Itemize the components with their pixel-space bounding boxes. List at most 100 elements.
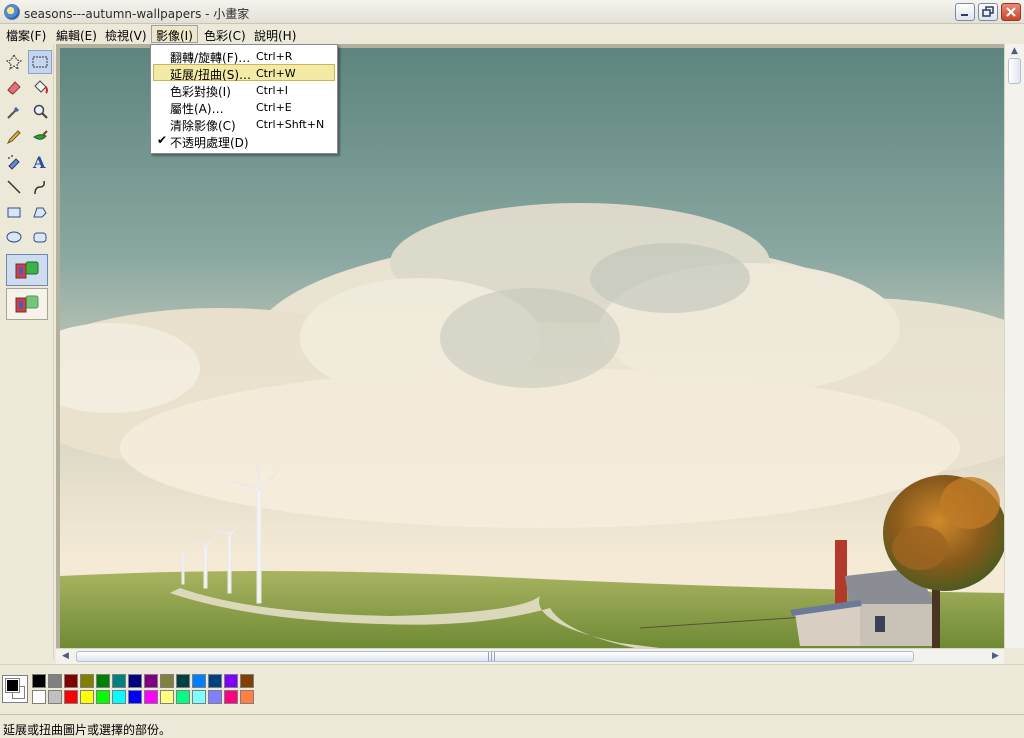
rounded-rectangle-tool[interactable] <box>28 225 52 249</box>
menu-item-shortcut: Ctrl+I <box>256 84 289 97</box>
color-swatch[interactable] <box>192 690 206 704</box>
color-swatch[interactable] <box>160 674 174 688</box>
menu-colors[interactable]: 色彩(C) <box>200 25 250 43</box>
minimize-icon <box>961 14 968 16</box>
image-menu-dropdown: 翻轉/旋轉(F)… Ctrl+R 延展/扭曲(S)… Ctrl+W 色彩對換(I… <box>150 44 338 154</box>
text-tool[interactable]: A <box>28 150 52 174</box>
svg-text:A: A <box>32 153 46 171</box>
free-form-select-icon <box>5 54 23 71</box>
color-swatch[interactable] <box>224 690 238 704</box>
pencil-tool[interactable] <box>2 125 26 149</box>
color-swatch[interactable] <box>112 674 126 688</box>
color-swatch[interactable] <box>96 690 110 704</box>
title-bar: seasons---autumn-wallpapers - 小畫家 <box>0 0 1024 24</box>
color-swatch[interactable] <box>128 690 142 704</box>
fill-with-color-tool[interactable] <box>28 75 52 99</box>
scroll-left-arrow-icon[interactable]: ◀ <box>62 651 69 661</box>
select-tool[interactable] <box>28 50 52 74</box>
eyedropper-icon <box>7 107 19 119</box>
rectangle-tool[interactable] <box>2 200 26 224</box>
opaque-mode-option[interactable] <box>6 254 48 286</box>
color-swatch[interactable] <box>144 690 158 704</box>
color-swatch[interactable] <box>240 690 254 704</box>
current-colors[interactable] <box>2 675 28 703</box>
menu-item-label: 不透明處理(D) <box>170 136 249 150</box>
transparent-mode-option[interactable] <box>6 288 48 320</box>
paint-window: seasons---autumn-wallpapers - 小畫家 檔案(F) … <box>0 0 1024 738</box>
close-button[interactable] <box>1001 3 1021 21</box>
polygon-tool[interactable] <box>28 200 52 224</box>
rounded-rectangle-icon <box>33 232 47 243</box>
eraser-icon <box>7 81 21 95</box>
color-swatch[interactable] <box>80 690 94 704</box>
restore-button[interactable] <box>978 3 998 21</box>
ellipse-tool[interactable] <box>2 225 26 249</box>
menu-file[interactable]: 檔案(F) <box>2 25 50 43</box>
polygon-icon <box>33 207 47 218</box>
menu-item-clear-image[interactable]: 清除影像(C) Ctrl+Shft+N <box>153 115 335 133</box>
transparent-selection-icon <box>15 295 39 313</box>
minimize-button[interactable] <box>955 3 975 21</box>
color-swatch[interactable] <box>32 690 46 704</box>
menu-item-stretch-skew[interactable]: 延展/扭曲(S)… Ctrl+W <box>153 64 335 82</box>
menu-item-shortcut: Ctrl+Shft+N <box>256 118 325 131</box>
paint-app-icon[interactable] <box>4 4 20 20</box>
color-swatch[interactable] <box>96 674 110 688</box>
scroll-right-arrow-icon[interactable]: ▶ <box>992 651 999 661</box>
vertical-scroll-thumb[interactable] <box>1008 58 1021 84</box>
color-swatch[interactable] <box>192 674 206 688</box>
color-swatch[interactable] <box>112 690 126 704</box>
check-mark-icon: ✔ <box>157 133 168 147</box>
line-tool[interactable] <box>2 175 26 199</box>
color-swatch[interactable] <box>32 674 46 688</box>
status-bar: 延展或扭曲圖片或選擇的部份。 <box>0 714 1024 738</box>
eraser-tool[interactable] <box>2 75 26 99</box>
color-swatch[interactable] <box>224 674 238 688</box>
line-icon <box>7 180 21 194</box>
color-swatch[interactable] <box>64 674 78 688</box>
menu-item-shortcut: Ctrl+R <box>256 50 293 63</box>
airbrush-tool[interactable] <box>2 150 26 174</box>
magnifier-tool[interactable] <box>28 100 52 124</box>
horizontal-scroll-thumb[interactable]: ||| <box>76 651 914 662</box>
vertical-scrollbar[interactable]: ▲ <box>1004 44 1024 648</box>
menu-bar: 檔案(F) 編輯(E) 檢視(V) 影像(I) 色彩(C) 說明(H) <box>0 24 1024 44</box>
menu-view[interactable]: 檢視(V) <box>101 25 151 43</box>
menu-item-draw-opaque[interactable]: ✔ 不透明處理(D) <box>153 132 335 150</box>
brush-icon <box>33 130 48 140</box>
color-swatch[interactable] <box>144 674 158 688</box>
menu-item-flip-rotate[interactable]: 翻轉/旋轉(F)… Ctrl+R <box>153 47 335 65</box>
text-a-icon: A <box>32 153 46 171</box>
curve-icon <box>34 180 45 195</box>
color-box <box>0 664 1024 714</box>
horizontal-scrollbar[interactable]: ◀ ||| ▶ <box>56 648 1004 664</box>
color-swatch[interactable] <box>80 674 94 688</box>
menu-help[interactable]: 說明(H) <box>250 25 300 43</box>
menu-edit[interactable]: 編輯(E) <box>52 25 101 43</box>
color-swatch[interactable] <box>208 690 222 704</box>
color-swatch[interactable] <box>48 690 62 704</box>
color-swatch[interactable] <box>160 690 174 704</box>
color-swatch[interactable] <box>48 674 62 688</box>
scroll-up-arrow-icon[interactable]: ▲ <box>1011 46 1018 56</box>
curve-tool[interactable] <box>28 175 52 199</box>
rectangle-select-icon <box>32 56 48 68</box>
menu-item-invert-colors[interactable]: 色彩對換(I) Ctrl+I <box>153 81 335 99</box>
free-form-select-tool[interactable] <box>2 50 26 74</box>
brush-tool[interactable] <box>28 125 52 149</box>
color-swatch[interactable] <box>208 674 222 688</box>
menu-item-shortcut: Ctrl+E <box>256 101 292 114</box>
color-swatch[interactable] <box>128 674 142 688</box>
close-icon <box>1006 7 1016 17</box>
magnifier-icon <box>33 104 48 119</box>
opaque-selection-icon <box>15 261 39 279</box>
color-swatch[interactable] <box>176 674 190 688</box>
scroll-grip: ||| <box>487 652 497 662</box>
menu-item-attributes[interactable]: 屬性(A)… Ctrl+E <box>153 98 335 116</box>
menu-item-shortcut: Ctrl+W <box>256 67 296 80</box>
color-swatch[interactable] <box>176 690 190 704</box>
pick-color-tool[interactable] <box>2 100 26 124</box>
menu-image[interactable]: 影像(I) <box>151 25 198 43</box>
color-swatch[interactable] <box>240 674 254 688</box>
color-swatch[interactable] <box>64 690 78 704</box>
